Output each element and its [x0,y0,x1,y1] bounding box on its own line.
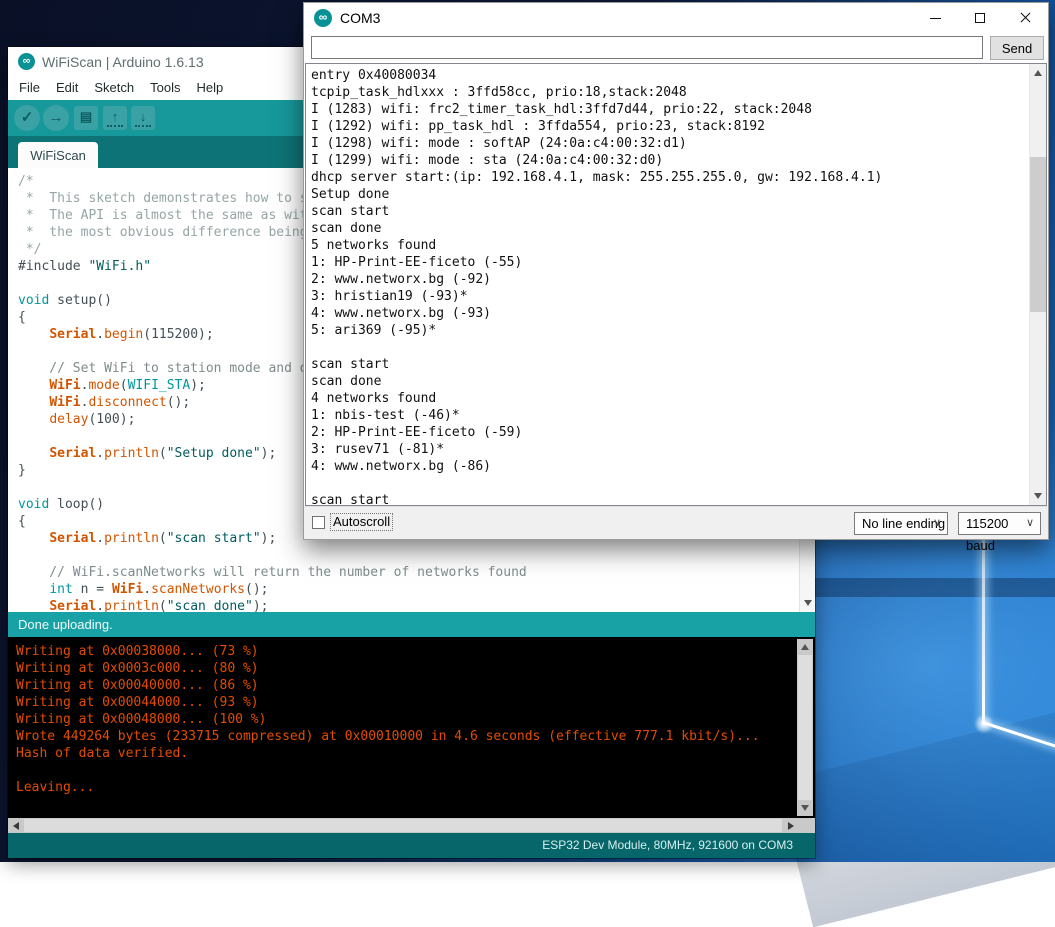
text-line: 4: www.networx.bg (-93) [311,305,882,322]
ide-console: Writing at 0x00038000... (73 %)Writing a… [8,637,815,818]
horizontal-scroll-thumb[interactable] [24,819,782,832]
minimize-button[interactable] [913,3,958,32]
scroll-up-icon[interactable] [801,644,809,650]
text-line: scan start [311,356,882,373]
text-line: 4: www.networx.bg (-86) [311,458,882,475]
scroll-right-icon[interactable] [788,822,794,830]
autoscroll-checkbox[interactable] [312,516,325,529]
text-line [311,339,882,356]
text-line: Writing at 0x00044000... (93 %) [16,694,760,711]
serial-monitor-bottom-bar: Autoscroll No line ending ∨ 115200 baud … [304,506,1048,539]
save-sketch-icon: ↓ [140,109,147,124]
text-line: 2: HP-Print-EE-ficeto (-59) [311,424,882,441]
text-line: Setup done [311,186,882,203]
menu-item-file[interactable]: File [11,75,48,100]
chevron-down-icon: ∨ [1026,513,1034,534]
text-line: 3: rusev71 (-81)* [311,441,882,458]
scroll-up-icon[interactable] [1034,70,1042,76]
serial-input-row: Send [304,33,1048,63]
menu-item-help[interactable]: Help [188,75,231,100]
save-sketch-button[interactable]: ↓ [131,106,155,130]
upload-button[interactable]: → [43,105,69,131]
text-line: 5 networks found [311,237,882,254]
text-line: I (1298) wifi: mode : softAP (24:0a:c4:0… [311,135,882,152]
ide-status-bar: Done uploading. [8,612,815,637]
verify-button[interactable]: ✓ [14,105,40,131]
close-button[interactable] [1003,3,1048,32]
save-icon-base [135,125,151,127]
ide-board-status-bar: ESP32 Dev Module, 80MHz, 921600 on COM3 [8,833,815,858]
text-line: 4 networks found [311,390,882,407]
text-line: Writing at 0x0003c000... (80 %) [16,660,760,677]
text-line: Hash of data verified. [16,745,760,762]
serial-vertical-scrollbar[interactable] [1029,64,1046,505]
text-line: scan done [311,220,882,237]
scroll-down-icon[interactable] [801,805,809,811]
scroll-down-icon[interactable] [1034,493,1042,499]
maximize-button[interactable] [958,3,1003,32]
menu-item-tools[interactable]: Tools [142,75,188,100]
text-line [16,762,760,779]
text-line: I (1292) wifi: pp_task_hdl : 3ffda554, p… [311,118,882,135]
serial-output: entry 0x40080034tcpip_task_hdlxxx : 3ffd… [311,67,882,506]
scroll-left-icon[interactable] [13,822,19,830]
new-sketch-button[interactable]: ▤ [74,106,98,130]
serial-scroll-thumb[interactable] [1030,157,1046,312]
serial-monitor-window: ∞ COM3 Send entry 0x40080034tcpip_task_h… [303,2,1049,540]
maximize-icon [975,13,985,23]
console-scroll-thumb[interactable] [798,655,812,800]
open-sketch-icon: ↑ [112,109,119,124]
text-line: I (1283) wifi: frc2_timer_task_hdl:3ffd7… [311,101,882,118]
serial-monitor-title: COM3 [340,3,380,33]
serial-output-area: entry 0x40080034tcpip_task_hdlxxx : 3ffd… [305,63,1047,506]
text-line: 3: hristian19 (-93)* [311,288,882,305]
minimize-icon [930,18,941,19]
menu-item-edit[interactable]: Edit [48,75,86,100]
serial-monitor-titlebar[interactable]: ∞ COM3 [304,3,1048,33]
arduino-logo-icon: ∞ [18,53,35,70]
text-line: 1: HP-Print-EE-ficeto (-55) [311,254,882,271]
code-line: int n = WiFi.scanNetworks(); [18,581,527,598]
open-sketch-button[interactable]: ↑ [103,106,127,130]
autoscroll-label[interactable]: Autoscroll [331,514,392,530]
text-line: Writing at 0x00038000... (73 %) [16,643,760,660]
text-line: dhcp server start:(ip: 192.168.4.1, mask… [311,169,882,186]
line-ending-dropdown[interactable]: No line ending ∨ [854,512,948,535]
tab-wifiscan[interactable]: WiFiScan [18,142,98,168]
code-line: Serial.println("scan done"); [18,598,527,612]
wallpaper-floor-shade [777,702,1055,927]
upload-icon: → [49,109,64,126]
text-line: scan start [311,492,882,506]
text-line: Leaving... [16,779,760,796]
scroll-down-icon[interactable] [804,600,812,606]
text-line: scan start [311,203,882,220]
text-line: Wrote 449264 bytes (233715 compressed) a… [16,728,760,745]
baud-rate-dropdown[interactable]: 115200 baud ∨ [958,512,1041,535]
text-line: Writing at 0x00048000... (100 %) [16,711,760,728]
menu-item-sketch[interactable]: Sketch [86,75,142,100]
text-line: 1: nbis-test (-46)* [311,407,882,424]
wallpaper-beam-vertex-glow [974,714,994,734]
send-button[interactable]: Send [990,36,1044,60]
text-line: entry 0x40080034 [311,67,882,84]
console-horizontal-scrollbar[interactable] [8,818,815,833]
ide-window-title: WiFiScan | Arduino 1.6.13 [42,47,204,75]
verify-icon: ✓ [21,109,34,126]
code-line: // WiFi.scanNetworks will return the num… [18,564,527,581]
chevron-down-icon: ∨ [933,513,941,534]
text-line: scan done [311,373,882,390]
text-line: 2: www.networx.bg (-92) [311,271,882,288]
new-sketch-icon: ▤ [80,109,92,124]
open-icon-base [107,125,123,127]
console-output: Writing at 0x00038000... (73 %)Writing a… [16,643,760,796]
arduino-logo-icon: ∞ [314,9,332,27]
text-line: Writing at 0x00040000... (86 %) [16,677,760,694]
text-line: tcpip_task_hdlxxx : 3ffd58cc, prio:18,st… [311,84,882,101]
text-line [311,475,882,492]
serial-input[interactable] [311,36,983,59]
code-line [18,547,527,564]
console-vertical-scrollbar[interactable] [797,639,813,816]
text-line: I (1299) wifi: mode : sta (24:0a:c4:00:3… [311,152,882,169]
text-line: 5: ari369 (-95)* [311,322,882,339]
